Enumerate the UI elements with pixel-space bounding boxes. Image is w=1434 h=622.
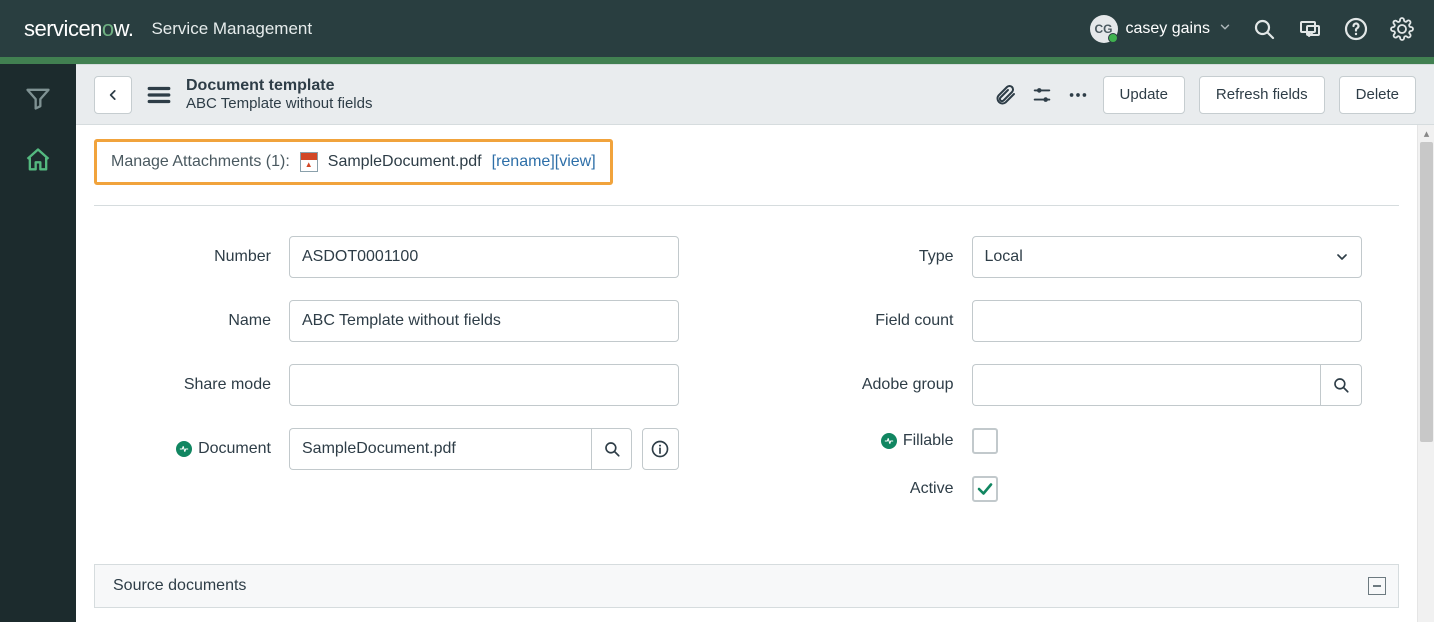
refresh-fields-button[interactable]: Refresh fields xyxy=(1199,76,1325,114)
field-count-field[interactable] xyxy=(972,300,1362,342)
back-button[interactable] xyxy=(94,76,132,114)
source-documents-section: Source documents xyxy=(94,564,1399,608)
scrollbar[interactable] xyxy=(1417,125,1434,622)
gear-icon[interactable] xyxy=(1390,17,1414,41)
number-field[interactable] xyxy=(289,236,679,278)
active-checkbox[interactable] xyxy=(972,476,998,502)
rename-link[interactable]: [rename] xyxy=(492,153,555,170)
toolbar: Document template ABC Template without f… xyxy=(76,64,1434,125)
home-icon[interactable] xyxy=(24,146,52,178)
more-icon[interactable] xyxy=(1067,84,1089,106)
filter-icon[interactable] xyxy=(24,84,52,116)
update-button[interactable]: Update xyxy=(1103,76,1185,114)
fillable-checkbox[interactable] xyxy=(972,428,998,454)
header-bar: servicenow. Service Management CG casey … xyxy=(0,0,1434,57)
adobe-group-lookup-button[interactable] xyxy=(1320,364,1361,406)
type-select[interactable] xyxy=(972,236,1362,278)
pdf-icon xyxy=(300,152,318,172)
user-menu[interactable]: CG casey gains xyxy=(1090,15,1233,43)
name-label: Name xyxy=(94,312,289,330)
document-label: Document xyxy=(94,440,289,458)
user-name: casey gains xyxy=(1126,20,1211,38)
required-icon xyxy=(881,433,897,449)
sliders-icon[interactable] xyxy=(1031,84,1053,106)
record-type: Document template xyxy=(186,77,372,95)
field-count-label: Field count xyxy=(777,312,972,330)
adobe-group-field[interactable] xyxy=(972,364,1321,406)
fillable-label: Fillable xyxy=(777,432,972,450)
document-info-button[interactable] xyxy=(642,428,679,470)
side-rail xyxy=(0,64,76,622)
accent-strip xyxy=(0,57,1434,64)
form: Number Name Share mode xyxy=(94,226,1399,564)
divider xyxy=(94,205,1399,206)
required-icon xyxy=(176,441,192,457)
active-label: Active xyxy=(777,480,972,498)
attachment-label: Manage Attachments (1): xyxy=(111,153,290,171)
avatar: CG xyxy=(1090,15,1118,43)
section-title: Source documents xyxy=(113,577,246,595)
share-mode-label: Share mode xyxy=(94,376,289,394)
adobe-group-label: Adobe group xyxy=(777,376,972,394)
title-block: Document template ABC Template without f… xyxy=(186,77,372,112)
share-mode-field[interactable] xyxy=(289,364,679,406)
delete-button[interactable]: Delete xyxy=(1339,76,1416,114)
record-name: ABC Template without fields xyxy=(186,95,372,112)
attachment-file-name[interactable]: SampleDocument.pdf xyxy=(328,153,482,171)
chevron-down-icon xyxy=(1218,20,1232,38)
app-title: Service Management xyxy=(151,19,312,39)
type-label: Type xyxy=(777,248,972,266)
number-label: Number xyxy=(94,248,289,266)
chat-icon[interactable] xyxy=(1298,17,1322,41)
name-field[interactable] xyxy=(289,300,679,342)
attachment-icon[interactable] xyxy=(993,83,1017,107)
document-field[interactable] xyxy=(289,428,591,470)
logo: servicenow. xyxy=(24,16,133,42)
document-lookup-button[interactable] xyxy=(591,428,631,470)
view-link[interactable]: [view] xyxy=(555,153,596,170)
help-icon[interactable] xyxy=(1344,17,1368,41)
collapse-button[interactable] xyxy=(1368,577,1386,595)
search-icon[interactable] xyxy=(1252,17,1276,41)
manage-attachments-bar: Manage Attachments (1): SampleDocument.p… xyxy=(94,139,613,185)
menu-icon[interactable] xyxy=(146,82,172,108)
